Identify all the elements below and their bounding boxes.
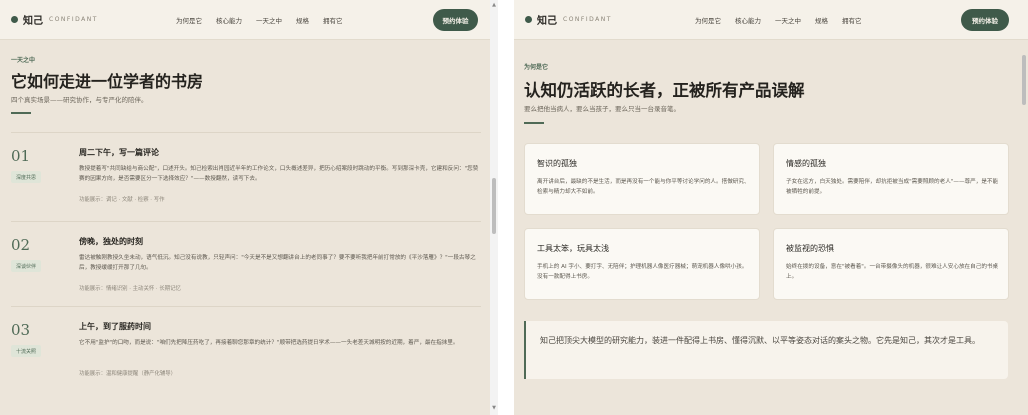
scrollbar-thumb[interactable]: [492, 178, 496, 234]
quote-text: 知己把顶尖大模型的研究能力，装进一件配得上书房、懂得沉默、以平等姿态对话的案头之…: [540, 336, 980, 345]
item-meta: 功能展示：情绪识别 · 主动关怀 · 长期记忆: [79, 286, 181, 292]
item-number: 03: [11, 321, 31, 339]
pain-point-card: 工具太笨，玩具太浅 手机上的 AI 字小、要打字、无陪伴；护理机器人像医疗器械；…: [524, 228, 760, 300]
card-title: 智识的孤独: [537, 159, 577, 168]
item-tag: 十流关照: [11, 345, 42, 357]
nav-links: 为何是它 核心能力 一天之中 规格 拥有它: [176, 15, 357, 25]
pain-point-card: 智识的孤独 离开讲台后，最缺的不是生活，而是再没有一个能与你平等讨论学问的人。搭…: [524, 143, 760, 215]
item-title: 傍晚，独处的时刻: [79, 237, 143, 246]
navbar: 知己 CONFIDANT 为何是它 核心能力 一天之中 规格 拥有它 预约体验: [514, 0, 1028, 40]
card-body: 手机上的 AI 字小、要打字、无陪伴；护理机器人像医疗器械；萌宠机器人像哄小孩。…: [537, 264, 748, 280]
mission-quote: 知己把顶尖大模型的研究能力，装进一件配得上书房、懂得沉默、以平等姿态对话的案头之…: [524, 321, 1008, 379]
navbar: 知己 CONFIDANT 为何是它 核心能力 一天之中 规格 拥有它 预约体验: [0, 0, 490, 40]
item-meta: 功能展示：调记 · 文献 · 检察 · 写作: [79, 197, 165, 203]
nav-links: 为何是它 核心能力 一天之中 规格 拥有它: [695, 15, 876, 25]
item-meta: 功能展示：温和健康提醒（静产化辅导）: [79, 371, 177, 377]
pain-point-card: 被监视的恐惧 始终在拨的设备，意在"被看着"。一台带摄像头的机器，很难让人安心放…: [773, 228, 1009, 300]
brand-tagline: CONFIDANT: [563, 16, 612, 23]
book-demo-button[interactable]: 预约体验: [961, 9, 1009, 31]
nav-link-own[interactable]: 拥有它: [323, 15, 343, 25]
item-tag: 深谈伙伴: [11, 260, 42, 272]
item-body: 教授提着写"共同缺给与商公配"，口述开头。知己检索出肖园近半年的工作论文，口头概…: [79, 166, 479, 182]
brand-dot-icon: [525, 16, 532, 23]
nav-link-why[interactable]: 为何是它: [176, 15, 202, 25]
card-body: 子女在远方，白天独处。需要陪伴，却抗拒被当成"需要照顾的老人"——尊严，是不能被…: [786, 179, 999, 195]
item-tag: 深度共思: [11, 171, 42, 183]
nav-link-specs[interactable]: 规格: [815, 15, 828, 25]
scrollbar-thumb[interactable]: [1022, 55, 1026, 105]
pain-point-card: 情感的孤独 子女在远方，白天独处。需要陪伴，却抗拒被当成"需要照顾的老人"——尊…: [773, 143, 1009, 215]
nav-link-own[interactable]: 拥有它: [842, 15, 862, 25]
nav-link-capabilities[interactable]: 核心能力: [216, 15, 242, 25]
brand-logo[interactable]: 知己 CONFIDANT: [11, 12, 98, 27]
nav-link-specs[interactable]: 规格: [296, 15, 309, 25]
list-item: 01 深度共思 周二下午，写一篇评论 教授提着写"共同缺给与商公配"，口述开头。…: [11, 132, 481, 216]
card-body: 离开讲台后，最缺的不是生活，而是再没有一个能与你平等讨论学问的人。搭做研究、检索…: [537, 179, 750, 195]
card-body: 始终在拨的设备，意在"被看着"。一台带摄像头的机器，很难让人安心放在自己的书桌上…: [786, 264, 999, 280]
right-page-panel: 知己 CONFIDANT 为何是它 核心能力 一天之中 规格 拥有它 预约体验 …: [514, 0, 1028, 415]
card-title: 情感的孤独: [786, 159, 826, 168]
book-demo-button[interactable]: 预约体验: [433, 9, 478, 31]
page-title: 认知仍活跃的长者，正被所有产品误解: [524, 81, 805, 100]
item-number: 02: [11, 236, 31, 254]
page-subtitle: 四个真实场景——研究协作，与专严化的陪伴。: [11, 96, 148, 104]
scroll-up-icon[interactable]: ▲: [490, 2, 498, 8]
left-page-panel: 知己 CONFIDANT 为何是它 核心能力 一天之中 规格 拥有它 预约体验 …: [0, 0, 490, 415]
brand-tagline: CONFIDANT: [49, 16, 98, 23]
section-eyebrow: 为何是它: [524, 64, 549, 71]
list-item: 02 深谈伙伴 傍晚，独处的时刻 雷达被触刚教授久坐未动，语气低沉。知己没有说教…: [11, 221, 481, 305]
brand-name: 知己: [23, 16, 43, 27]
item-number: 01: [11, 147, 31, 165]
list-item: 03 十流关照 上午，到了服药时间 它不用"监护"的口吻，而是说："咱们先把降压…: [11, 306, 481, 390]
brand-name: 知己: [537, 16, 557, 27]
item-body: 它不用"监护"的口吻，而是说："咱们先把降压药吃了，再接着聊您那章的统计？"顺带…: [79, 340, 459, 346]
accent-line: [524, 122, 544, 124]
nav-link-capabilities[interactable]: 核心能力: [735, 15, 761, 25]
nav-link-why[interactable]: 为何是它: [695, 15, 721, 25]
brand-logo[interactable]: 知己 CONFIDANT: [525, 12, 612, 27]
accent-line: [11, 112, 31, 114]
page-subtitle: 要么把他当病人，要么当孩子，要么只当一台录音笔。: [524, 105, 680, 113]
item-title: 周二下午，写一篇评论: [79, 148, 159, 157]
nav-link-day[interactable]: 一天之中: [775, 15, 801, 25]
page-title: 它如何走进一位学者的书房: [11, 72, 204, 91]
item-title: 上午，到了服药时间: [79, 322, 151, 331]
left-scrollbar[interactable]: ▲ ▼: [490, 0, 498, 415]
brand-dot-icon: [11, 16, 18, 23]
card-title: 被监视的恐惧: [786, 244, 834, 253]
card-title: 工具太笨，玩具太浅: [537, 244, 609, 253]
scroll-down-icon[interactable]: ▼: [490, 405, 498, 411]
nav-link-day[interactable]: 一天之中: [256, 15, 282, 25]
item-body: 雷达被触刚教授久坐未动，语气低沉。知己没有说教，只轻声问："今天是不是又想翻讲台…: [79, 255, 476, 271]
section-eyebrow: 一天之中: [11, 57, 36, 64]
